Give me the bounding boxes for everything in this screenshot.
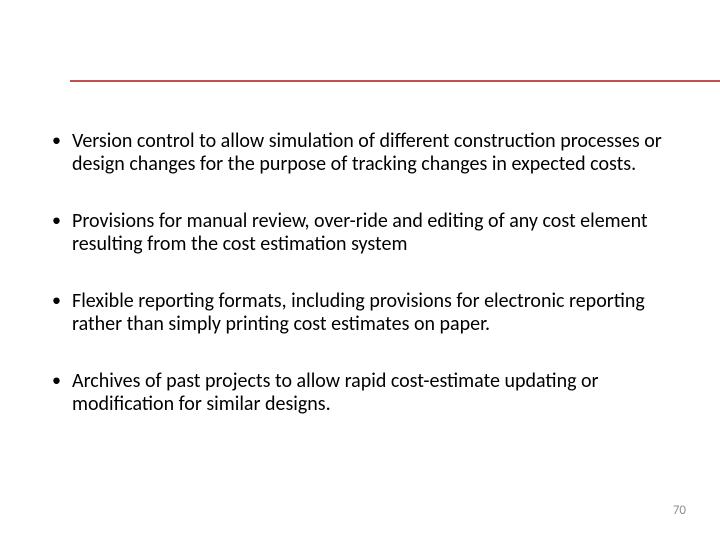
bullet-text: Version control to allow simulation of d…	[72, 129, 662, 176]
slide-body: Version control to allow simulation of d…	[48, 130, 680, 450]
bullet-list: Version control to allow simulation of d…	[48, 130, 680, 416]
page-number: 70	[673, 503, 686, 518]
list-item: Archives of past projects to allow rapid…	[48, 370, 680, 416]
list-item: Flexible reporting formats, including pr…	[48, 290, 680, 336]
list-item: Version control to allow simulation of d…	[48, 130, 680, 176]
bullet-text: Provisions for manual review, over-ride …	[72, 209, 648, 256]
bullet-text: Flexible reporting formats, including pr…	[72, 289, 645, 336]
divider-rule	[70, 80, 720, 82]
bullet-text: Archives of past projects to allow rapid…	[72, 369, 599, 416]
list-item: Provisions for manual review, over-ride …	[48, 210, 680, 256]
